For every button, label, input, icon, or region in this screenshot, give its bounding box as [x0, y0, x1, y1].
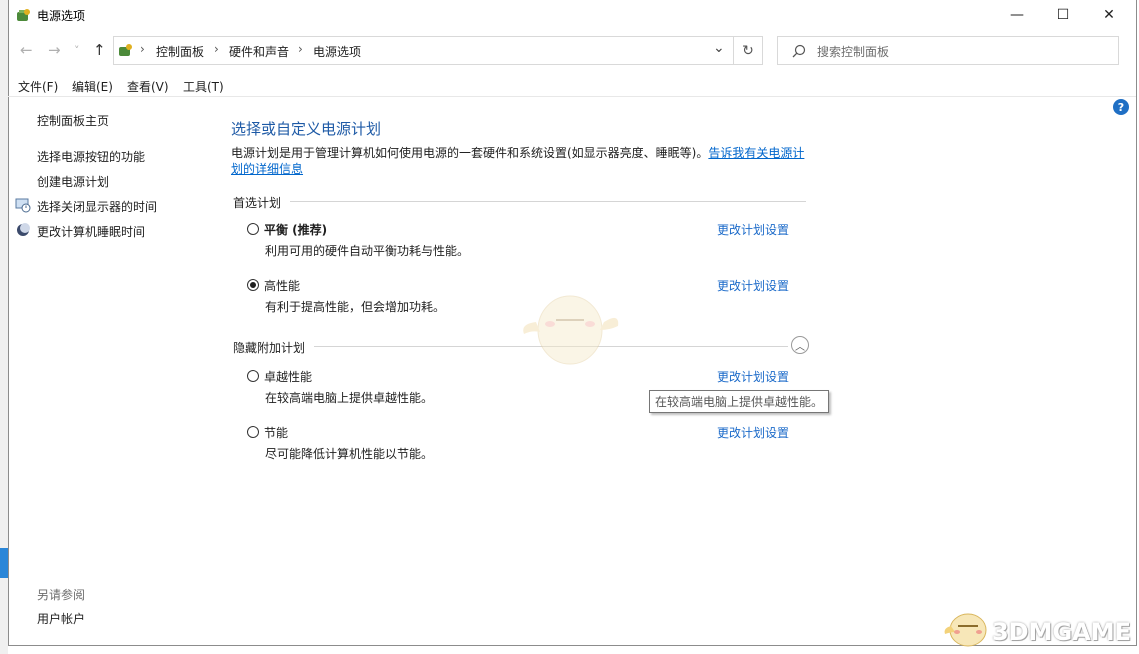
plan-balanced-description: 利用可用的硬件自动平衡功耗与性能。	[265, 244, 470, 258]
menu-edit[interactable]: 编辑(E)	[72, 78, 113, 95]
breadcrumb-separator-icon: ›	[214, 42, 219, 56]
plan-balanced-name[interactable]: 平衡 (推荐)	[264, 221, 327, 238]
plan-power-saver-description: 尽可能降低计算机性能以节能。	[265, 447, 434, 461]
menu-tools[interactable]: 工具(T)	[183, 78, 224, 95]
sidebar-home-link[interactable]: 控制面板主页	[37, 112, 109, 129]
back-icon[interactable]: ←	[20, 41, 33, 59]
learn-more-link-continued[interactable]: 划的详细信息	[231, 162, 303, 176]
search-icon	[792, 44, 806, 58]
plan-power-saver-radio[interactable]	[247, 426, 259, 438]
plan-ultimate-performance-name[interactable]: 卓越性能	[264, 368, 312, 385]
preferred-plans-heading: 首选计划	[233, 196, 282, 210]
recent-locations-icon[interactable]: ˅	[74, 44, 80, 57]
chevron-up-icon[interactable]: ︿	[791, 336, 809, 354]
breadcrumb-control-panel[interactable]: 控制面板	[156, 43, 204, 60]
control-panel-icon	[119, 44, 132, 56]
menu-file[interactable]: 文件(F)	[18, 78, 58, 95]
page-title: 选择或自定义电源计划	[231, 120, 382, 138]
hidden-plans-heading: 隐藏附加计划	[233, 341, 306, 355]
breadcrumb-power-options[interactable]: 电源选项	[313, 43, 361, 60]
plan-high-performance-description: 有利于提高性能，但会增加功耗。	[265, 300, 446, 314]
menu-divider	[8, 96, 1136, 97]
plan-high-performance-radio[interactable]	[247, 279, 259, 291]
sidebar-sleep-link[interactable]: 更改计算机睡眠时间	[37, 223, 145, 240]
address-dropdown-icon[interactable]: ⌄	[713, 40, 725, 56]
sidebar-create-plan-link[interactable]: 创建电源计划	[37, 173, 109, 190]
minimize-button[interactable]: —	[994, 0, 1040, 30]
breadcrumb-hardware-sound[interactable]: 硬件和声音	[229, 43, 289, 60]
tooltip: 在较高端电脑上提供卓越性能。	[649, 390, 830, 413]
breadcrumb-separator-icon: ›	[298, 42, 303, 56]
plan-ultimate-performance-description: 在较高端电脑上提供卓越性能。	[265, 391, 434, 405]
watermark-mascot-icon	[523, 295, 619, 365]
learn-more-link[interactable]: 告诉我有关电源计	[708, 146, 804, 160]
description-text: 电源计划是用于管理计算机如何使用电源的一套硬件和系统设置(如显示器亮度、睡眠等)…	[231, 146, 709, 160]
sidebar-display-off-link[interactable]: 选择关闭显示器的时间	[37, 198, 157, 215]
close-button[interactable]: ✕	[1086, 0, 1132, 30]
menu-view[interactable]: 查看(V)	[127, 78, 169, 95]
breadcrumb-separator-icon: ›	[140, 42, 145, 56]
plan-power-saver-change-link[interactable]: 更改计划设置	[717, 424, 789, 441]
background-window-strip	[0, 0, 8, 654]
background-window-highlight	[0, 548, 8, 578]
plan-power-saver-name[interactable]: 节能	[264, 424, 288, 441]
plan-high-performance-change-link[interactable]: 更改计划设置	[717, 277, 789, 294]
plan-ultimate-performance-radio[interactable]	[247, 370, 259, 382]
preferred-plans-divider	[290, 201, 806, 202]
up-icon[interactable]: ↑	[93, 41, 106, 59]
search-input[interactable]: 搜索控制面板	[817, 43, 889, 60]
plan-ultimate-performance-change-link[interactable]: 更改计划设置	[717, 368, 789, 385]
window-title: 电源选项	[37, 9, 86, 23]
help-icon[interactable]: ?	[1113, 99, 1129, 115]
refresh-icon[interactable]: ↻	[733, 36, 763, 65]
maximize-button[interactable]: ☐	[1040, 0, 1086, 30]
plan-balanced-change-link[interactable]: 更改计划设置	[717, 221, 789, 238]
watermark-logo-icon	[944, 613, 987, 647]
power-options-icon	[17, 9, 30, 21]
watermark-text: 3DMGAME	[991, 618, 1131, 646]
forward-icon[interactable]: →	[48, 41, 61, 59]
address-bar[interactable]	[113, 36, 763, 65]
display-timer-icon	[15, 198, 31, 213]
plan-balanced-radio[interactable]	[247, 223, 259, 235]
sidebar-user-accounts-link[interactable]: 用户帐户	[37, 610, 85, 627]
sidebar-power-button-link[interactable]: 选择电源按钮的功能	[37, 148, 145, 165]
page-description: 电源计划是用于管理计算机如何使用电源的一套硬件和系统设置(如显示器亮度、睡眠等)…	[231, 145, 811, 177]
sleep-moon-icon	[17, 223, 30, 236]
plan-high-performance-name[interactable]: 高性能	[264, 277, 300, 294]
see-also-heading: 另请参阅	[37, 588, 86, 602]
